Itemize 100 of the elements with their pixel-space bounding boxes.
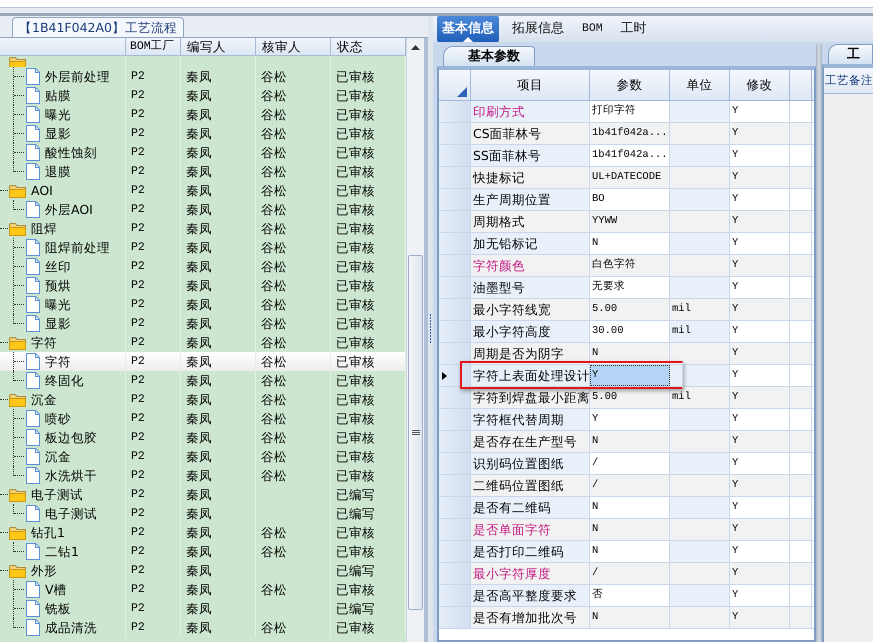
table-cell[interactable]: N: [590, 343, 670, 364]
file-icon: [26, 372, 40, 389]
table-row[interactable]: 最小字符厚度 / Y: [439, 563, 814, 585]
table-cell[interactable]: N: [590, 431, 670, 452]
table-cell: Y: [730, 475, 790, 496]
table-cell[interactable]: N: [590, 233, 670, 254]
table-row[interactable]: 二维码位置图纸 / Y: [439, 475, 814, 497]
table-row[interactable]: 最小字符线宽 5.00 mil Y: [439, 299, 814, 321]
table-cell[interactable]: 1b41f042a...: [590, 123, 670, 144]
table-cell[interactable]: 30.00: [590, 321, 670, 342]
table-cell: Y: [730, 563, 790, 584]
table-cell[interactable]: 5.00: [590, 299, 670, 320]
table-row[interactable]: 字符到焊盘最小距离 5.00 mil Y: [439, 387, 814, 409]
column-header: 工艺备注: [824, 68, 873, 94]
table-cell[interactable]: 1b41f042a...: [590, 145, 670, 166]
table-cell[interactable]: BO: [590, 189, 670, 210]
table-row[interactable]: CS面菲林号 1b41f042a... Y: [439, 123, 814, 145]
file-icon: [26, 239, 40, 256]
scroll-up-icon[interactable]: [411, 44, 420, 50]
table-cell: 二维码位置图纸: [471, 475, 590, 496]
table-cell: Y: [730, 277, 790, 298]
tree-row[interactable]: AOI P2 秦凤 谷松 已审核: [0, 181, 406, 200]
table-cell[interactable]: 5.00: [590, 387, 670, 408]
node-label: V槽: [45, 581, 67, 599]
table-row[interactable]: 是否存在生产型号 N Y: [439, 431, 814, 453]
table-cell[interactable]: 否: [590, 585, 670, 606]
scrollbar[interactable]: [406, 38, 424, 642]
tree-row[interactable]: 外形 P2 秦凤 已编写: [0, 561, 406, 580]
table-row[interactable]: 印刷方式 打印字符 Y: [439, 101, 814, 123]
row-header[interactable]: [439, 365, 471, 386]
table-cell[interactable]: N: [590, 519, 670, 540]
table-cell: P2: [126, 618, 181, 637]
table-cell: Y: [730, 189, 790, 210]
table-cell: Y: [730, 365, 790, 386]
table-cell[interactable]: N: [590, 541, 670, 562]
table-cell: [670, 365, 730, 386]
table-row[interactable]: 识别码位置图纸 / Y: [439, 453, 814, 475]
table-cell[interactable]: N: [590, 607, 670, 628]
table-cell[interactable]: 白色字符: [590, 255, 670, 276]
table-row[interactable]: 最小字符高度 30.00 mil Y: [439, 321, 814, 343]
table-row[interactable]: 是否有增加批次号 N Y: [439, 607, 814, 629]
folder-icon: [9, 222, 26, 236]
table-cell[interactable]: Y: [590, 365, 670, 386]
tree-row[interactable]: 沉金 P2 秦凤 谷松 已审核: [0, 390, 406, 409]
node-label: 预烘: [45, 277, 71, 295]
table-row[interactable]: 字符框代替周期 Y Y: [439, 409, 814, 431]
tab[interactable]: 基本信息: [437, 16, 499, 42]
table-cell: SS面菲林号: [471, 145, 590, 166]
scroll-thumb[interactable]: [408, 255, 423, 610]
node-label: 外层AOI: [45, 201, 93, 219]
file-icon: [26, 410, 40, 427]
splitter[interactable]: [428, 16, 433, 642]
table-cell: 是否打印二维码: [471, 541, 590, 562]
table-cell[interactable]: YYWW: [590, 211, 670, 232]
table-row[interactable]: 周期是否为阴字 N Y: [439, 343, 814, 365]
tree-row[interactable]: 阻焊 P2 秦凤 谷松 已审核: [0, 219, 406, 238]
tree-row[interactable]: 钻孔1 P2 秦凤 谷松 已审核: [0, 523, 406, 542]
table-row[interactable]: SS面菲林号 1b41f042a... Y: [439, 145, 814, 167]
table-cell[interactable]: Y: [590, 409, 670, 430]
table-cell[interactable]: N: [590, 497, 670, 518]
table-cell[interactable]: 无要求: [590, 277, 670, 298]
table-row[interactable]: 字符颜色 白色字符 Y: [439, 255, 814, 277]
tab[interactable]: 拓展信息: [507, 16, 569, 42]
table-cell: 识别码位置图纸: [471, 453, 590, 474]
splitter[interactable]: [816, 44, 822, 642]
file-icon: [26, 125, 40, 142]
table-row[interactable]: 周期格式 YYWW Y: [439, 211, 814, 233]
tab[interactable]: 工时: [616, 16, 652, 42]
table-row[interactable]: 是否高平整度要求 否 Y: [439, 585, 814, 607]
folder-icon: [9, 392, 26, 406]
table-row[interactable]: 油墨型号 无要求 Y: [439, 277, 814, 299]
tree-row[interactable]: 字符 P2 秦凤 谷松 已审核: [0, 352, 406, 371]
table-row[interactable]: 生产周期位置 BO Y: [439, 189, 814, 211]
table-row[interactable]: 快捷标记 UL+DATECODE Y: [439, 167, 814, 189]
file-icon: [26, 258, 40, 275]
table-row[interactable]: 加无铅标记 N Y: [439, 233, 814, 255]
table-cell: 周期格式: [471, 211, 590, 232]
section-tab[interactable]: 基本参数: [443, 46, 535, 66]
table-row[interactable]: 是否单面字符 N Y: [439, 519, 814, 541]
table-row[interactable]: 是否有二维码 N Y: [439, 497, 814, 519]
table-cell: [790, 607, 812, 628]
file-icon: [26, 315, 40, 332]
table-cell: [670, 211, 730, 232]
table-cell: Y: [730, 585, 790, 606]
panel-tab[interactable]: 【1B41F042A0】工艺流程: [12, 17, 184, 37]
table-row[interactable]: 是否打印二维码 N Y: [439, 541, 814, 563]
folder-icon: [9, 488, 26, 502]
table-cell[interactable]: /: [590, 563, 670, 584]
table-cell[interactable]: /: [590, 453, 670, 474]
file-icon: [26, 106, 40, 123]
table-cell[interactable]: UL+DATECODE: [590, 167, 670, 188]
table-cell[interactable]: 打印字符: [590, 101, 670, 122]
section-tab[interactable]: 工: [828, 44, 873, 64]
table-cell[interactable]: /: [590, 475, 670, 496]
tree-row[interactable]: 字符 P2 秦凤 谷松 已审核: [0, 333, 406, 352]
table-cell: [790, 431, 812, 452]
column-header: 参数: [590, 70, 670, 100]
node-label: 贴膜: [45, 87, 71, 105]
tree-row[interactable]: 电子测试 P2 秦凤 已编写: [0, 485, 406, 504]
tab[interactable]: BOM: [577, 16, 608, 42]
